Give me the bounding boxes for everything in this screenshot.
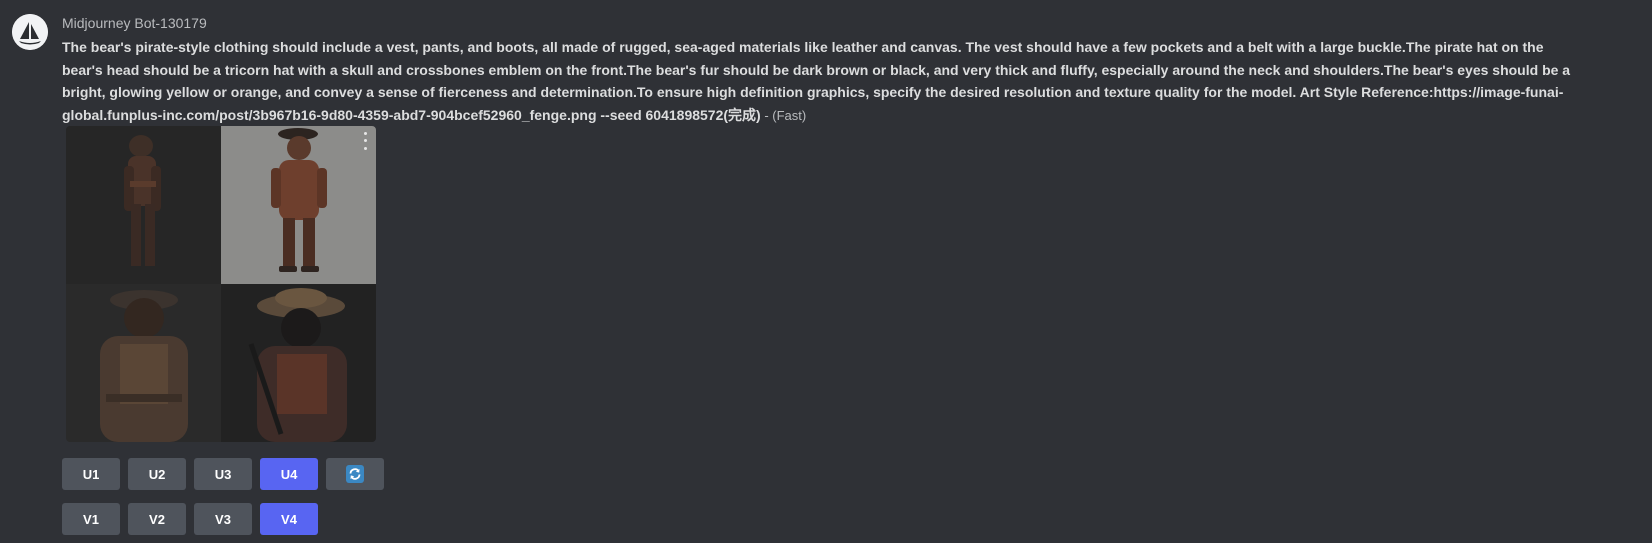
variation-button-2[interactable]: V2	[128, 503, 186, 535]
refresh-icon	[346, 465, 364, 483]
image-1[interactable]	[66, 126, 221, 284]
variation-button-4[interactable]: V4	[260, 503, 318, 535]
upscale-buttons: U1 U2 U3 U4	[62, 458, 384, 490]
more-options-icon[interactable]	[360, 130, 370, 152]
prompt-text: The bear's pirate-style clothing should …	[62, 36, 1582, 127]
speed-mode-label: - (Fast)	[760, 107, 807, 123]
upscale-button-4[interactable]: U4	[260, 458, 318, 490]
variation-button-1[interactable]: V1	[62, 503, 120, 535]
variation-button-3[interactable]: V3	[194, 503, 252, 535]
prompt-body: The bear's pirate-style clothing should …	[62, 39, 1571, 123]
sailboat-icon	[12, 14, 48, 50]
upscale-button-2[interactable]: U2	[128, 458, 186, 490]
image-3[interactable]	[66, 284, 221, 442]
image-2[interactable]	[221, 126, 376, 284]
bot-avatar[interactable]	[12, 14, 48, 50]
variation-buttons: V1 V2 V3 V4	[62, 503, 318, 535]
image-grid[interactable]	[66, 126, 376, 442]
author-name[interactable]: Midjourney Bot-130179	[62, 14, 1622, 32]
upscale-button-3[interactable]: U3	[194, 458, 252, 490]
chat-message: Midjourney Bot-130179 The bear's pirate-…	[0, 0, 1652, 543]
upscale-button-1[interactable]: U1	[62, 458, 120, 490]
image-4[interactable]	[221, 284, 376, 442]
reroll-button[interactable]	[326, 458, 384, 490]
